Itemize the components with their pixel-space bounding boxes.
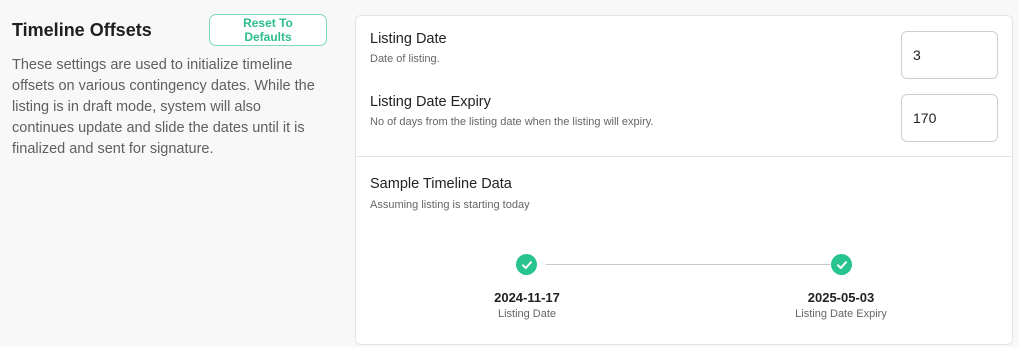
sample-timeline-subtitle: Assuming listing is starting today — [370, 199, 530, 211]
section-title: Timeline Offsets — [12, 19, 152, 40]
listing-date-expiry-input[interactable] — [901, 94, 998, 142]
section-header: Timeline Offsets Reset To Defaults — [12, 14, 332, 46]
sample-timeline-title: Sample Timeline Data — [370, 176, 512, 192]
settings-card: Listing Date Date of listing. Listing Da… — [355, 15, 1013, 345]
section-info: Timeline Offsets Reset To Defaults These… — [12, 14, 332, 160]
reset-to-defaults-button[interactable]: Reset To Defaults — [209, 14, 327, 46]
check-icon — [516, 254, 537, 275]
timeline-connector — [546, 264, 830, 265]
timeline-date-listing: 2024-11-17 — [494, 290, 560, 305]
section-description: These settings are used to initialize ti… — [12, 57, 315, 157]
timeline-label-expiry: Listing Date Expiry — [795, 308, 887, 320]
listing-date-input[interactable] — [901, 31, 998, 79]
check-icon — [831, 254, 852, 275]
listing-date-expiry-field: Listing Date Expiry No of days from the … — [370, 94, 998, 144]
timeline-date-expiry: 2025-05-03 — [807, 290, 875, 305]
listing-date-field: Listing Date Date of listing. — [370, 31, 998, 81]
divider — [356, 156, 1012, 157]
timeline-label-listing: Listing Date — [497, 308, 557, 320]
